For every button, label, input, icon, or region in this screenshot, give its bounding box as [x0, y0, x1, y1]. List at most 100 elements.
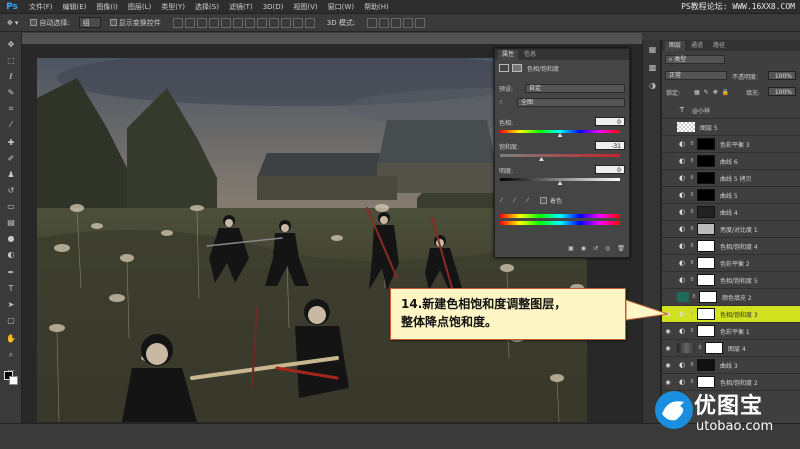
- swatches-panel-icon[interactable]: ▩: [647, 62, 658, 73]
- layer-mask-thumbnail[interactable]: [697, 206, 715, 218]
- menu-file[interactable]: 文件(F): [24, 0, 58, 14]
- link-icon[interactable]: 8: [689, 158, 695, 164]
- layer-filter-dropdown[interactable]: ⌕ 类型: [665, 55, 725, 64]
- eye-icon[interactable]: ◉: [662, 362, 674, 369]
- link-icon[interactable]: 8: [689, 311, 695, 317]
- eyedropper-minus-icon[interactable]: ⁄: [527, 197, 528, 204]
- hand-tool-icon[interactable]: ✋: [5, 333, 17, 344]
- align-middle-icon[interactable]: [184, 17, 195, 28]
- shape-tool-icon[interactable]: ▢: [5, 315, 17, 326]
- menu-help[interactable]: 帮助(H): [359, 0, 394, 14]
- align-left-icon[interactable]: [208, 17, 219, 28]
- layer-row[interactable]: ◉ 8 图层 4: [662, 340, 800, 357]
- healing-tool-icon[interactable]: ✚: [5, 137, 17, 148]
- layer-mask-thumbnail[interactable]: [697, 325, 715, 337]
- lock-position-icon[interactable]: ✥: [713, 89, 718, 96]
- lightness-slider-thumb[interactable]: [557, 181, 563, 185]
- menu-type[interactable]: 类型(Y): [156, 0, 190, 14]
- mask-icon[interactable]: [512, 64, 522, 72]
- 3d-pan-icon[interactable]: [391, 17, 402, 28]
- lasso-tool-icon[interactable]: ℓ: [5, 71, 17, 82]
- layer-row[interactable]: ◐ 8 曲线 5: [662, 187, 800, 204]
- adjustments-panel-icon[interactable]: ◑: [647, 80, 658, 91]
- layer-mask-thumbnail[interactable]: [697, 359, 715, 371]
- saturation-value-field[interactable]: -31: [595, 141, 625, 150]
- layer-mask-thumbnail[interactable]: [697, 223, 715, 235]
- auto-select-dropdown[interactable]: 组: [78, 17, 101, 28]
- zoom-tool-icon[interactable]: ⌕: [5, 349, 17, 360]
- align-bottom-icon[interactable]: [196, 17, 207, 28]
- 3d-roll-icon[interactable]: [379, 17, 390, 28]
- align-right-icon[interactable]: [232, 17, 243, 28]
- align-top-icon[interactable]: [172, 17, 183, 28]
- layer-row[interactable]: ◐ 8 曲线 4: [662, 204, 800, 221]
- history-brush-tool-icon[interactable]: ↺: [5, 185, 17, 196]
- distribute-top-icon[interactable]: [244, 17, 255, 28]
- trash-icon[interactable]: 🗑: [617, 245, 625, 252]
- opacity-field[interactable]: 100%: [768, 71, 796, 80]
- layer-row[interactable]: ◉◐8色相/饱和度 3: [662, 306, 800, 323]
- menu-select[interactable]: 选择(S): [190, 0, 224, 14]
- marquee-tool-icon[interactable]: ⬚: [5, 55, 17, 66]
- menu-3d[interactable]: 3D(D): [258, 0, 289, 14]
- distribute-center-icon[interactable]: [292, 17, 303, 28]
- lock-paint-icon[interactable]: ✎: [704, 89, 709, 96]
- lightness-slider[interactable]: [500, 178, 620, 181]
- lock-pixels-icon[interactable]: ▦: [694, 89, 700, 96]
- eyedropper-tool-icon[interactable]: ⁄: [5, 119, 17, 130]
- blend-mode-dropdown[interactable]: 正常: [665, 71, 727, 80]
- distribute-right-icon[interactable]: [304, 17, 315, 28]
- visibility-icon[interactable]: ◎: [605, 245, 610, 252]
- link-icon[interactable]: 8: [689, 209, 695, 215]
- show-transform-toggle[interactable]: 显示变换控件: [107, 17, 164, 29]
- layer-row[interactable]: ◐ 8 亮度/对比度 1: [662, 221, 800, 238]
- crop-tool-icon[interactable]: ⌗: [5, 103, 17, 114]
- show-transform-checkbox[interactable]: [109, 19, 117, 26]
- link-icon[interactable]: 8: [689, 362, 695, 368]
- document-tab[interactable]: [22, 33, 642, 45]
- path-select-tool-icon[interactable]: ➤: [5, 299, 17, 310]
- layer-row[interactable]: ◐ 8 色相/饱和度 4: [662, 238, 800, 255]
- menu-view[interactable]: 视图(V): [288, 0, 322, 14]
- clip-to-layer-icon[interactable]: ▣: [568, 245, 574, 252]
- layer-mask-thumbnail[interactable]: [697, 274, 715, 286]
- reset-icon[interactable]: ↺: [593, 245, 598, 252]
- layer-mask-thumbnail[interactable]: [697, 257, 715, 269]
- layer-mask-thumbnail[interactable]: [697, 308, 715, 320]
- link-icon[interactable]: 8: [689, 243, 695, 249]
- layer-row[interactable]: ◐ 8 色彩平衡 3: [662, 136, 800, 153]
- layer-row[interactable]: ◐ 8 曲线 5 拷贝: [662, 170, 800, 187]
- view-previous-icon[interactable]: ◉: [581, 245, 586, 252]
- move-tool-icon[interactable]: ✥: [5, 39, 17, 50]
- eyedropper-icon[interactable]: ⁄: [501, 197, 502, 204]
- lock-all-icon[interactable]: 🔒: [722, 89, 729, 96]
- eyedropper-plus-icon[interactable]: ⁄: [514, 197, 515, 204]
- saturation-slider-thumb[interactable]: [538, 157, 544, 161]
- colorize-checkbox[interactable]: [540, 196, 548, 204]
- saturation-slider[interactable]: [500, 154, 620, 157]
- layer-row[interactable]: 图层 5: [662, 119, 800, 136]
- layer-mask-thumbnail[interactable]: [697, 155, 715, 167]
- move-tool-preset[interactable]: ✥ ▾: [4, 17, 21, 29]
- menu-window[interactable]: 窗口(W): [323, 0, 359, 14]
- align-center-icon[interactable]: [220, 17, 231, 28]
- hue-value-field[interactable]: 0: [595, 117, 625, 126]
- dodge-tool-icon[interactable]: ◐: [5, 249, 17, 260]
- eraser-tool-icon[interactable]: ▭: [5, 201, 17, 212]
- stamp-tool-icon[interactable]: ♟: [5, 169, 17, 180]
- blur-tool-icon[interactable]: ●: [5, 233, 17, 244]
- distribute-left-icon[interactable]: [280, 17, 291, 28]
- 3d-rotate-icon[interactable]: [367, 17, 378, 28]
- layer-row[interactable]: ◉ ◐ 8 色彩平衡 1: [662, 323, 800, 340]
- 3d-scale-icon[interactable]: [415, 17, 426, 28]
- layer-mask-thumbnail[interactable]: [697, 172, 715, 184]
- hue-slider-thumb[interactable]: [557, 133, 563, 137]
- layer-row[interactable]: ◐ 8 色相/饱和度 5: [662, 272, 800, 289]
- link-icon[interactable]: 8: [689, 141, 695, 147]
- gradient-tool-icon[interactable]: ▤: [5, 217, 17, 228]
- layer-row[interactable]: ◐ 8 色彩平衡 2: [662, 255, 800, 272]
- layer-row[interactable]: T @小祥: [662, 102, 800, 119]
- menu-layer[interactable]: 图层(L): [123, 0, 156, 14]
- layer-row[interactable]: 8 颜色填充 2: [662, 289, 800, 306]
- layer-mask-thumbnail[interactable]: [697, 240, 715, 252]
